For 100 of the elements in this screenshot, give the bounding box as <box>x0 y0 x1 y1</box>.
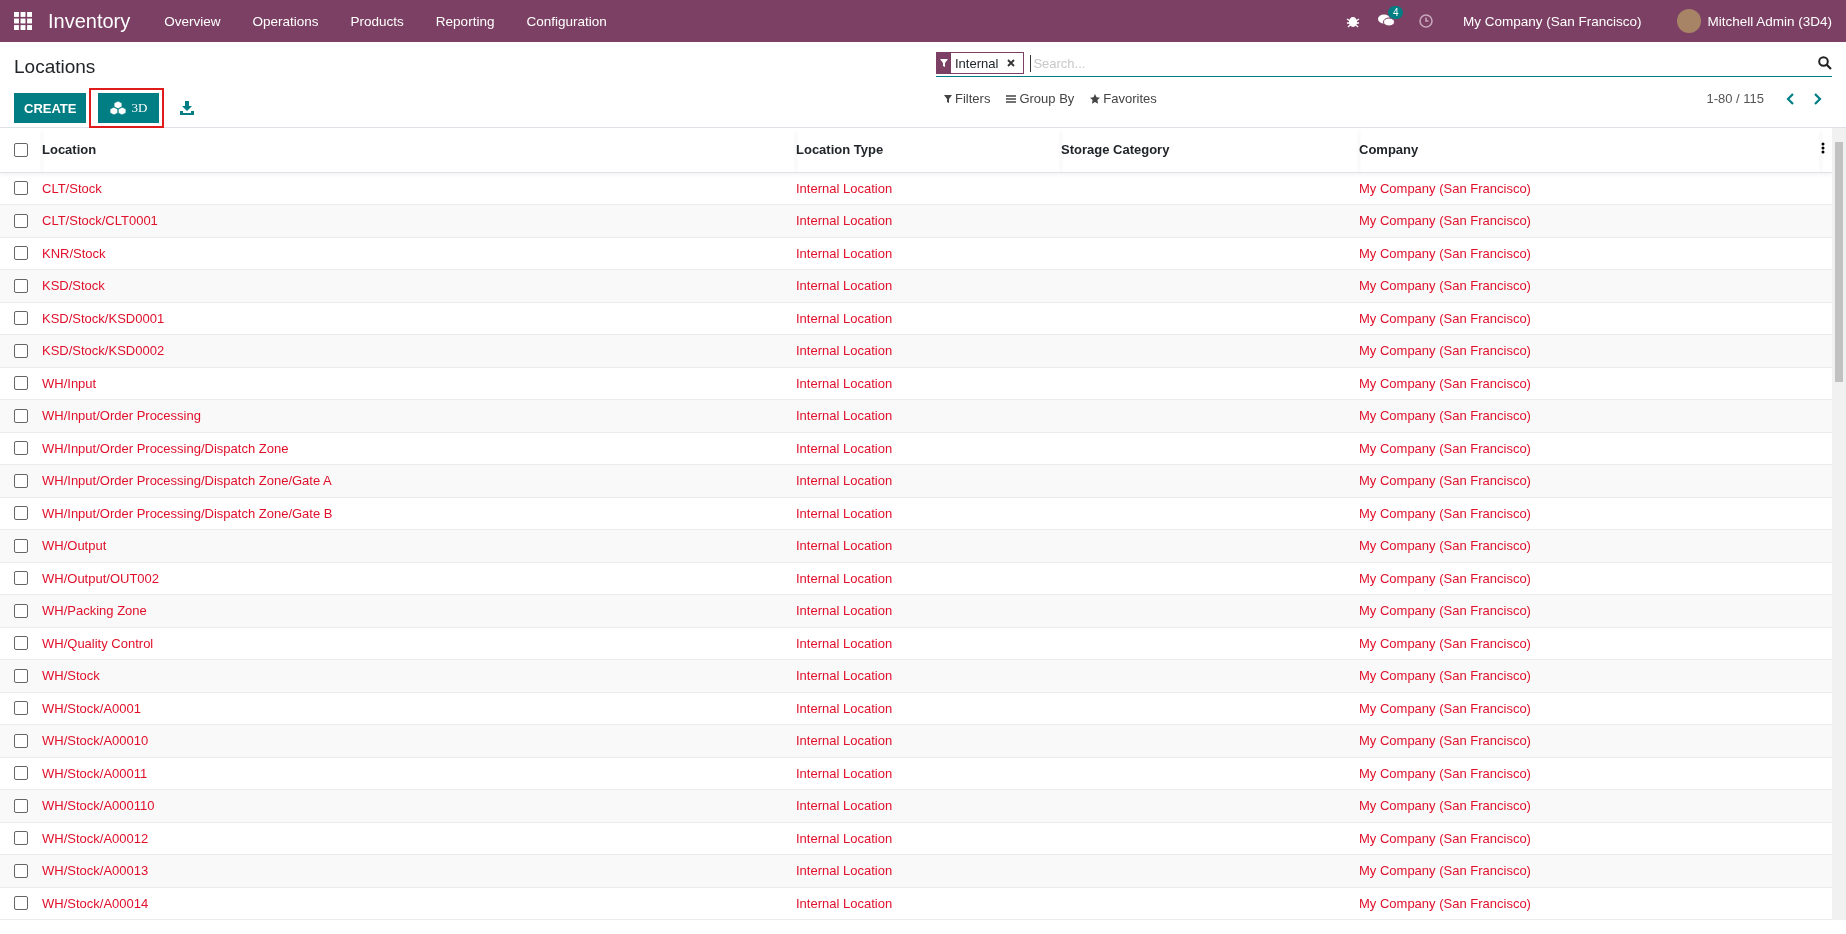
row-checkbox[interactable] <box>14 408 28 423</box>
row-checkbox[interactable] <box>14 441 28 456</box>
next-page-icon[interactable] <box>1812 91 1824 106</box>
row-checkbox[interactable] <box>14 603 28 618</box>
table-cell: My Company (San Francisco) <box>1359 343 1531 359</box>
previous-page-icon[interactable] <box>1784 91 1796 106</box>
table-cell: Internal Location <box>796 343 893 359</box>
row-checkbox[interactable] <box>14 246 28 261</box>
more-options-icon[interactable] <box>1821 142 1826 155</box>
table-cell: Internal Location <box>796 895 893 911</box>
row-checkbox[interactable] <box>14 278 28 293</box>
list-icon <box>1006 94 1017 103</box>
row-checkbox[interactable] <box>14 213 28 228</box>
table-cell: WH/Input/Order Processing/Dispatch Zone/Gate B <box>42 505 333 521</box>
table-cell: Internal Location <box>796 603 893 619</box>
menu-item[interactable]: Reporting <box>419 13 511 29</box>
table-cell: My Company (San Francisco) <box>1359 440 1531 456</box>
favorites-button[interactable]: Favorites <box>1082 91 1165 106</box>
table-cell: WH/Quality Control <box>42 635 154 651</box>
table-cell: My Company (San Francisco) <box>1359 473 1531 489</box>
cubes-icon <box>110 101 127 115</box>
menu-item[interactable]: Operations <box>236 13 335 29</box>
column-header[interactable]: Company <box>1359 142 1419 158</box>
table-cell: KSD/Stock/KSD0002 <box>42 343 165 359</box>
filter-icon <box>940 59 948 67</box>
row-checkbox[interactable] <box>14 766 28 781</box>
row-checkbox[interactable] <box>14 636 28 651</box>
table-cell: My Company (San Francisco) <box>1359 765 1531 781</box>
table-cell: Internal Location <box>796 570 893 586</box>
table-cell: Internal Location <box>796 408 893 424</box>
table-cell: My Company (San Francisco) <box>1359 830 1531 846</box>
table-cell: Internal Location <box>796 375 893 391</box>
select-all-checkbox[interactable] <box>14 142 28 157</box>
table-cell: WH/Input/Order Processing <box>42 408 201 424</box>
search-icon[interactable] <box>1818 56 1832 70</box>
row-checkbox[interactable] <box>14 376 28 391</box>
user-menu[interactable]: Mitchell Admin (3D4) <box>1707 13 1832 29</box>
row-checkbox[interactable] <box>14 733 28 748</box>
company-switcher[interactable]: My Company (San Francisco) <box>1462 13 1642 29</box>
row-checkbox[interactable] <box>14 668 28 683</box>
table-cell: My Company (San Francisco) <box>1359 180 1531 196</box>
table-cell: My Company (San Francisco) <box>1359 895 1531 911</box>
row-checkbox[interactable] <box>14 831 28 846</box>
row-checkbox[interactable] <box>14 798 28 813</box>
view-3d-button[interactable]: 3D <box>98 93 160 123</box>
app-name[interactable]: Inventory <box>48 9 131 33</box>
scrollbar[interactable] <box>1832 128 1846 920</box>
table-cell: Internal Location <box>796 245 893 261</box>
table-cell: My Company (San Francisco) <box>1359 668 1531 684</box>
download-icon[interactable] <box>180 101 195 115</box>
table-cell: WH/Stock/A00012 <box>42 830 149 846</box>
row-checkbox[interactable] <box>14 701 28 716</box>
row-checkbox[interactable] <box>14 538 28 553</box>
table-cell: Internal Location <box>796 505 893 521</box>
star-icon <box>1090 93 1101 104</box>
bug-icon[interactable] <box>1345 14 1360 28</box>
pager-value[interactable]: 1-80 / 115 <box>1706 91 1764 106</box>
message-count-badge: 4 <box>1387 6 1404 19</box>
table-cell: My Company (San Francisco) <box>1359 375 1531 391</box>
table-cell: My Company (San Francisco) <box>1359 798 1531 814</box>
table-cell: My Company (San Francisco) <box>1359 505 1531 521</box>
menu-item[interactable]: Products <box>334 13 420 29</box>
table-cell: My Company (San Francisco) <box>1359 863 1531 879</box>
menu-item[interactable]: Overview <box>148 13 237 29</box>
table-cell: Internal Location <box>796 278 893 294</box>
table-cell: KSD/Stock <box>42 278 105 294</box>
table-cell: My Company (San Francisco) <box>1359 635 1531 651</box>
table-cell: My Company (San Francisco) <box>1359 603 1531 619</box>
table-cell: Internal Location <box>796 538 893 554</box>
table-cell: WH/Stock/A000110 <box>42 798 155 814</box>
row-checkbox[interactable] <box>14 896 28 911</box>
row-checkbox[interactable] <box>14 473 28 488</box>
table-cell: Internal Location <box>796 700 893 716</box>
filter-icon <box>944 94 952 103</box>
menu-item[interactable]: Configuration <box>510 13 623 29</box>
row-checkbox[interactable] <box>14 181 28 196</box>
row-checkbox[interactable] <box>14 863 28 878</box>
row-checkbox[interactable] <box>14 506 28 521</box>
table-cell: My Company (San Francisco) <box>1359 310 1531 326</box>
create-button[interactable]: CREATE <box>14 93 87 123</box>
column-header[interactable]: Storage Category <box>1061 142 1170 158</box>
table-cell: My Company (San Francisco) <box>1359 245 1531 261</box>
table-cell: Internal Location <box>796 830 893 846</box>
row-checkbox[interactable] <box>14 311 28 326</box>
row-checkbox[interactable] <box>14 343 28 358</box>
table-cell: WH/Stock/A00013 <box>42 863 149 879</box>
table-cell: Internal Location <box>796 798 893 814</box>
apps-grid-icon[interactable] <box>14 12 32 30</box>
table-cell: CLT/Stock/CLT0001 <box>42 213 158 229</box>
clock-icon[interactable] <box>1418 14 1433 28</box>
table-cell: WH/Stock/A00011 <box>42 765 148 781</box>
table-cell: My Company (San Francisco) <box>1359 700 1531 716</box>
table-cell: WH/Stock/A00010 <box>42 733 149 749</box>
table-cell: Internal Location <box>796 635 893 651</box>
row-checkbox[interactable] <box>14 571 28 586</box>
column-header[interactable]: Location <box>42 142 97 158</box>
column-header[interactable]: Location Type <box>796 142 884 158</box>
table-cell: WH/Input <box>42 375 97 391</box>
filters-button[interactable]: Filters <box>936 91 999 106</box>
group-by-button[interactable]: Group By <box>998 91 1083 106</box>
